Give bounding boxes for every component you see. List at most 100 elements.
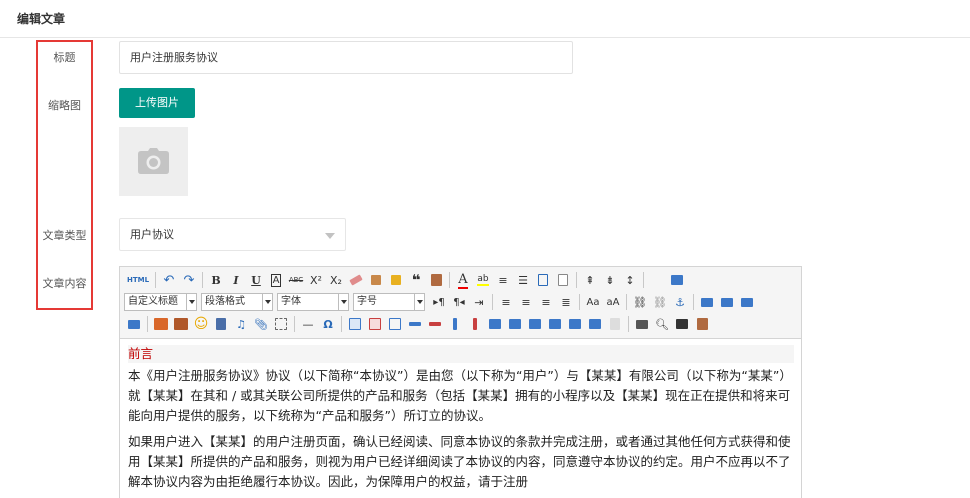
search-replace-button[interactable] xyxy=(672,314,692,334)
insert-row-button[interactable] xyxy=(405,314,425,334)
bold-icon: B xyxy=(211,273,221,287)
uppercase-icon: Aa xyxy=(586,296,600,308)
merge-right-button[interactable] xyxy=(505,314,525,334)
background-color-button[interactable]: ab xyxy=(473,270,493,290)
font-family-select[interactable]: 字体 xyxy=(277,293,349,311)
source-code-button[interactable]: HTML xyxy=(124,270,152,290)
template-icon xyxy=(696,318,708,330)
simple-upload-button[interactable] xyxy=(151,314,171,334)
auto-format-button[interactable] xyxy=(386,270,406,290)
merge-cells-icon xyxy=(489,319,501,329)
unordered-list-icon: ☰ xyxy=(518,273,528,287)
font-border-button[interactable]: A xyxy=(266,270,286,290)
undo-button[interactable]: ↶ xyxy=(159,270,179,290)
italic-button[interactable]: I xyxy=(226,270,246,290)
preview-button[interactable]: 🔍︎ xyxy=(652,314,672,334)
insert-row-icon xyxy=(409,322,421,326)
image-none-icon xyxy=(701,297,713,307)
merge-down-button[interactable] xyxy=(525,314,545,334)
select-all-button[interactable] xyxy=(533,270,553,290)
delete-row-button[interactable] xyxy=(425,314,445,334)
label-thumbnail: 缩略图 xyxy=(48,99,81,112)
unordered-list-button[interactable]: ☰ xyxy=(513,270,533,290)
rtl-button[interactable]: ¶◂ xyxy=(449,292,469,312)
redo-button[interactable]: ↷ xyxy=(179,270,199,290)
align-left-icon: ≡ xyxy=(501,295,511,309)
line-height-button[interactable]: ↕ xyxy=(620,270,640,290)
page-break-button[interactable] xyxy=(271,314,291,334)
chart-button[interactable] xyxy=(605,314,625,334)
row-spacing-top-button[interactable]: ⇞ xyxy=(580,270,600,290)
fullscreen-button[interactable] xyxy=(667,270,687,290)
indent-button[interactable]: ⇥ xyxy=(469,292,489,312)
font-size-select[interactable]: 字号 xyxy=(353,293,425,311)
paragraph-format-select[interactable]: 段落格式 xyxy=(201,293,273,311)
preface-heading: 前言 xyxy=(128,345,794,363)
image-none-button[interactable] xyxy=(697,292,717,312)
lowercase-button[interactable]: aA xyxy=(603,292,623,312)
link-button[interactable]: ⛓ xyxy=(630,292,650,312)
clear-doc-button[interactable] xyxy=(553,270,573,290)
article-type-select[interactable]: 用户协议 xyxy=(119,218,346,251)
image-left-button[interactable] xyxy=(717,292,737,312)
unlink-button[interactable]: ⛓ xyxy=(650,292,670,312)
split-cells-icon xyxy=(549,319,561,329)
font-size-label: 字号 xyxy=(357,296,377,307)
insert-paragraph-before-table-button[interactable] xyxy=(385,314,405,334)
split-rows-button[interactable] xyxy=(565,314,585,334)
custom-title-label: 自定义标题 xyxy=(128,296,178,307)
toolbar-separator xyxy=(202,272,203,288)
underline-button[interactable]: U xyxy=(246,270,266,290)
brush-icon xyxy=(371,275,381,285)
custom-title-select[interactable]: 自定义标题 xyxy=(124,293,197,311)
rich-text-editor[interactable]: HTML ↶ ↷ B I U A ABC X² X₂ ❝ A ab ≡ ☰ ⇞ xyxy=(119,266,802,498)
ltr-button[interactable]: ▸¶ xyxy=(429,292,449,312)
blockquote-button[interactable]: ❝ xyxy=(406,270,426,290)
align-right-button[interactable]: ≡ xyxy=(536,292,556,312)
special-chars-button[interactable]: Ω xyxy=(318,314,338,334)
document-icon xyxy=(558,274,568,286)
merge-cells-button[interactable] xyxy=(485,314,505,334)
align-justify-button[interactable]: ≣ xyxy=(556,292,576,312)
paste-plain-button[interactable] xyxy=(426,270,446,290)
image-right-button[interactable] xyxy=(737,292,757,312)
upload-image-button[interactable]: 上传图片 xyxy=(119,88,195,118)
uppercase-button[interactable]: Aa xyxy=(583,292,603,312)
strikethrough-icon: ABC xyxy=(288,276,304,284)
labels-highlight-box xyxy=(36,40,93,310)
format-painter-button[interactable] xyxy=(366,270,386,290)
align-left-button[interactable]: ≡ xyxy=(496,292,516,312)
music-button[interactable]: ♫ xyxy=(231,314,251,334)
indent-icon: ⇥ xyxy=(474,295,484,309)
font-color-button[interactable]: A xyxy=(453,270,473,290)
eraser-icon xyxy=(349,274,363,286)
toolbar-row-2: 自定义标题 段落格式 字体 字号 ▸¶ ¶◂ ⇥ ≡ ≡ ≡ ≣ Aa aA ⛓… xyxy=(124,292,757,312)
toolbar-row-1: HTML ↶ ↷ B I U A ABC X² X₂ ❝ A ab ≡ ☰ ⇞ xyxy=(124,270,687,290)
insert-col-button[interactable] xyxy=(445,314,465,334)
delete-col-button[interactable] xyxy=(465,314,485,334)
print-button[interactable] xyxy=(632,314,652,334)
anchor-button[interactable]: ⚓ xyxy=(670,292,690,312)
insert-video-button[interactable] xyxy=(211,314,231,334)
eraser-button[interactable] xyxy=(346,270,366,290)
title-input[interactable]: 用户注册服务协议 xyxy=(119,41,573,74)
image-center-button[interactable] xyxy=(124,314,144,334)
align-center-button[interactable]: ≡ xyxy=(516,292,536,312)
delete-col-icon xyxy=(473,318,477,330)
bold-button[interactable]: B xyxy=(206,270,226,290)
split-cells-button[interactable] xyxy=(545,314,565,334)
row-spacing-bottom-button[interactable]: ⇟ xyxy=(600,270,620,290)
attachment-button[interactable]: 📎︎ xyxy=(251,314,271,334)
insert-image-button[interactable] xyxy=(171,314,191,334)
horizontal-rule-button[interactable]: — xyxy=(298,314,318,334)
emotion-button[interactable]: ☺ xyxy=(191,314,211,334)
ordered-list-button[interactable]: ≡ xyxy=(493,270,513,290)
strikethrough-button[interactable]: ABC xyxy=(286,270,306,290)
template-button[interactable] xyxy=(692,314,712,334)
subscript-button[interactable]: X₂ xyxy=(326,270,346,290)
editor-content[interactable]: 前言 本《用户注册服务协议》协议（以下简称“本协议”）是由您（以下称为“用户”）… xyxy=(128,345,794,498)
insert-table-button[interactable] xyxy=(345,314,365,334)
delete-table-button[interactable] xyxy=(365,314,385,334)
superscript-button[interactable]: X² xyxy=(306,270,326,290)
split-cols-button[interactable] xyxy=(585,314,605,334)
